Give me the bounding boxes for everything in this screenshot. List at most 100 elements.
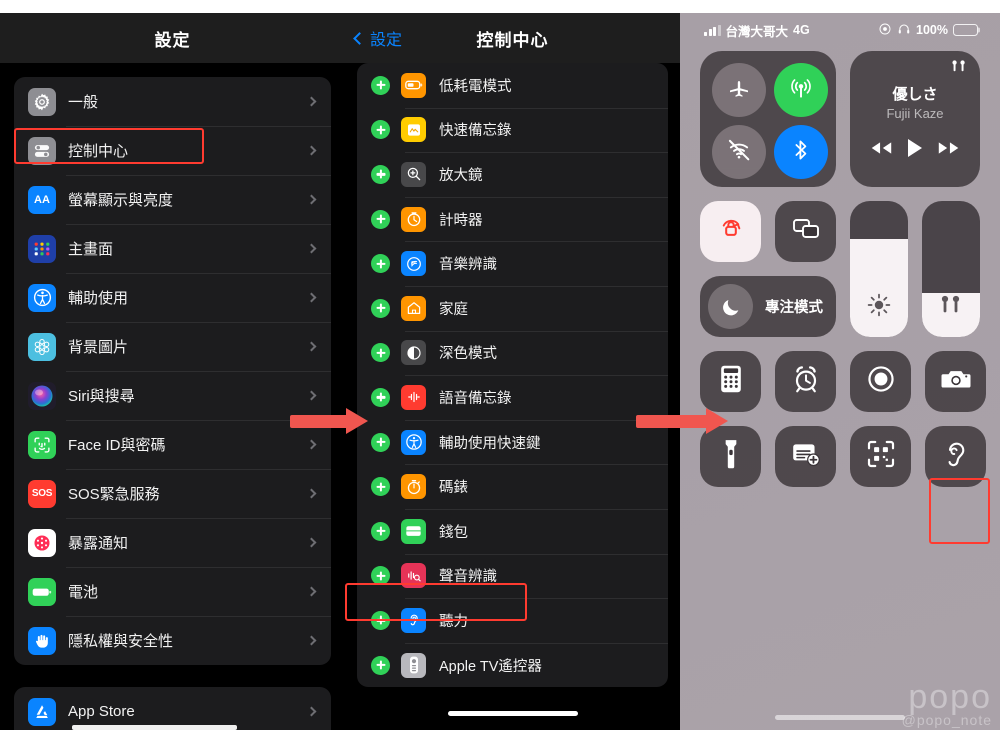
cc-item-hearing[interactable]: 聽力 <box>357 598 668 643</box>
airplane-mode-toggle[interactable] <box>712 63 766 117</box>
sound-recognition-icon <box>401 563 426 589</box>
cc-item-label: 輔助使用快速鍵 <box>439 435 541 452</box>
cc-item-timer[interactable]: 計時器 <box>357 196 668 242</box>
ear-icon <box>941 438 971 475</box>
play-button[interactable] <box>905 137 925 164</box>
add-icon[interactable] <box>371 521 390 541</box>
cc-item-low-power-mode[interactable]: 低耗電模式 <box>357 63 668 108</box>
add-icon[interactable] <box>371 655 390 675</box>
timer-icon <box>401 206 426 232</box>
cc-item-sound-recognition[interactable]: 聲音辨識 <box>357 553 668 599</box>
sidebar-item-control-center[interactable]: 控制中心 <box>14 126 331 175</box>
watermark-handle: @popo_note <box>901 712 992 728</box>
screen-record-tile[interactable] <box>850 351 911 412</box>
sidebar-item-wallpaper[interactable]: 背景圖片 <box>14 322 331 371</box>
add-icon[interactable] <box>371 75 390 95</box>
settings-panel: 設定 一般 控制中心 AA 螢幕顯示與亮度 主畫面 輔助使用 背景圖片 Siri… <box>0 13 345 730</box>
rewind-button[interactable] <box>868 139 894 162</box>
flashlight-icon <box>723 438 739 475</box>
cc-item-apple-tv-remote[interactable]: Apple TV遙控器 <box>357 642 668 688</box>
calculator-tile[interactable] <box>700 351 761 412</box>
headphones-icon <box>897 22 911 39</box>
cc-item-voice-memos[interactable]: 語音備忘錄 <box>357 375 668 420</box>
screen-mirroring-button[interactable] <box>775 201 836 262</box>
cc-item-quick-note[interactable]: 快速備忘錄 <box>357 107 668 153</box>
rotation-lock-toggle[interactable] <box>700 201 761 262</box>
settings-group-services: App Store 錢包與Apple Pay <box>14 687 331 730</box>
sidebar-item-app-store[interactable]: App Store <box>14 687 331 730</box>
cellular-data-toggle[interactable] <box>774 63 828 117</box>
add-icon[interactable] <box>371 566 390 586</box>
siri-icon <box>28 381 56 410</box>
now-playing-module[interactable]: 優しさ Fujii Kaze <box>850 51 980 187</box>
sidebar-item-label: Siri與搜尋 <box>68 388 135 405</box>
add-icon[interactable] <box>371 254 390 274</box>
chevron-right-icon <box>306 341 317 352</box>
alarm-tile[interactable] <box>775 351 836 412</box>
wifi-toggle[interactable] <box>712 125 766 179</box>
add-icon[interactable] <box>371 298 390 318</box>
accessibility-shortcut-icon <box>401 429 426 455</box>
page-title: 控制中心 <box>476 30 549 50</box>
brightness-slider[interactable] <box>850 201 908 337</box>
settings-list[interactable]: 一般 控制中心 AA 螢幕顯示與亮度 主畫面 輔助使用 背景圖片 Siri與搜尋… <box>0 77 345 730</box>
bluetooth-toggle[interactable] <box>774 125 828 179</box>
sidebar-item-general[interactable]: 一般 <box>14 77 331 126</box>
add-icon[interactable] <box>371 432 390 452</box>
sidebar-item-privacy-security[interactable]: 隱私權與安全性 <box>14 616 331 665</box>
add-icon[interactable] <box>371 477 390 497</box>
settings-group-system: 一般 控制中心 AA 螢幕顯示與亮度 主畫面 輔助使用 背景圖片 Siri與搜尋… <box>14 77 331 665</box>
cc-settings-list[interactable]: 低耗電模式 快速備忘錄 放大鏡 計時器 音樂辨識 家庭 深色模式 語音備忘錄 輔… <box>345 63 680 730</box>
volume-slider[interactable] <box>922 201 980 337</box>
sidebar-item-home-screen[interactable]: 主畫面 <box>14 224 331 273</box>
airpods-icon <box>938 294 964 323</box>
focus-mode-button[interactable]: 專注模式 <box>700 276 836 337</box>
cc-item-home[interactable]: 家庭 <box>357 285 668 331</box>
qr-code-icon <box>866 439 896 474</box>
wallet-cc-icon <box>401 518 426 544</box>
airpods-icon[interactable] <box>950 59 968 75</box>
cc-item-label: 聲音辨識 <box>439 569 497 586</box>
cc-middle-left-top <box>700 201 836 262</box>
hearing-tile[interactable] <box>925 426 986 487</box>
sidebar-item-siri-search[interactable]: Siri與搜尋 <box>14 371 331 420</box>
qr-scanner-tile[interactable] <box>850 426 911 487</box>
add-icon[interactable] <box>371 343 390 363</box>
sidebar-item-battery[interactable]: 電池 <box>14 567 331 616</box>
sidebar-item-face-id[interactable]: Face ID與密碼 <box>14 420 331 469</box>
quick-note-tile[interactable] <box>775 426 836 487</box>
cc-item-label: 錢包 <box>439 524 468 541</box>
cc-item-wallet[interactable]: 錢包 <box>357 508 668 554</box>
sidebar-item-display-brightness[interactable]: AA 螢幕顯示與亮度 <box>14 175 331 224</box>
cc-item-accessibility-shortcut[interactable]: 輔助使用快速鍵 <box>357 419 668 465</box>
add-icon[interactable] <box>371 387 390 407</box>
flashlight-tile[interactable] <box>700 426 761 487</box>
chevron-right-icon <box>306 292 317 303</box>
add-icon[interactable] <box>371 120 390 140</box>
cc-item-dark-mode[interactable]: 深色模式 <box>357 330 668 376</box>
chevron-right-icon <box>306 635 317 646</box>
sidebar-item-emergency-sos[interactable]: SOS SOS緊急服務 <box>14 469 331 518</box>
chevron-right-icon <box>306 96 317 107</box>
control-center-icon <box>28 136 56 165</box>
cc-item-stopwatch[interactable]: 碼錶 <box>357 464 668 509</box>
back-button[interactable]: 設定 <box>353 26 402 50</box>
cellular-signal-icon <box>704 24 721 36</box>
add-icon[interactable] <box>371 209 390 229</box>
sidebar-item-exposure-notifications[interactable]: 暴露通知 <box>14 518 331 567</box>
cc-item-label: Apple TV遙控器 <box>439 658 542 675</box>
chevron-right-icon <box>306 390 317 401</box>
cc-item-magnifier[interactable]: 放大鏡 <box>357 152 668 197</box>
arrow-cc-to-control-center <box>636 408 732 434</box>
sidebar-item-accessibility[interactable]: 輔助使用 <box>14 273 331 322</box>
watermark: popo @popo_note <box>902 680 992 728</box>
camera-tile[interactable] <box>925 351 986 412</box>
chevron-right-icon <box>306 706 317 717</box>
cc-item-music-recognition[interactable]: 音樂辨識 <box>357 241 668 286</box>
fast-forward-button[interactable] <box>936 139 962 162</box>
chevron-right-icon <box>306 537 317 548</box>
sidebar-item-label: 暴露通知 <box>68 535 129 552</box>
add-icon[interactable] <box>371 610 390 630</box>
cc-item-label: 音樂辨識 <box>439 257 497 274</box>
add-icon[interactable] <box>371 164 390 184</box>
